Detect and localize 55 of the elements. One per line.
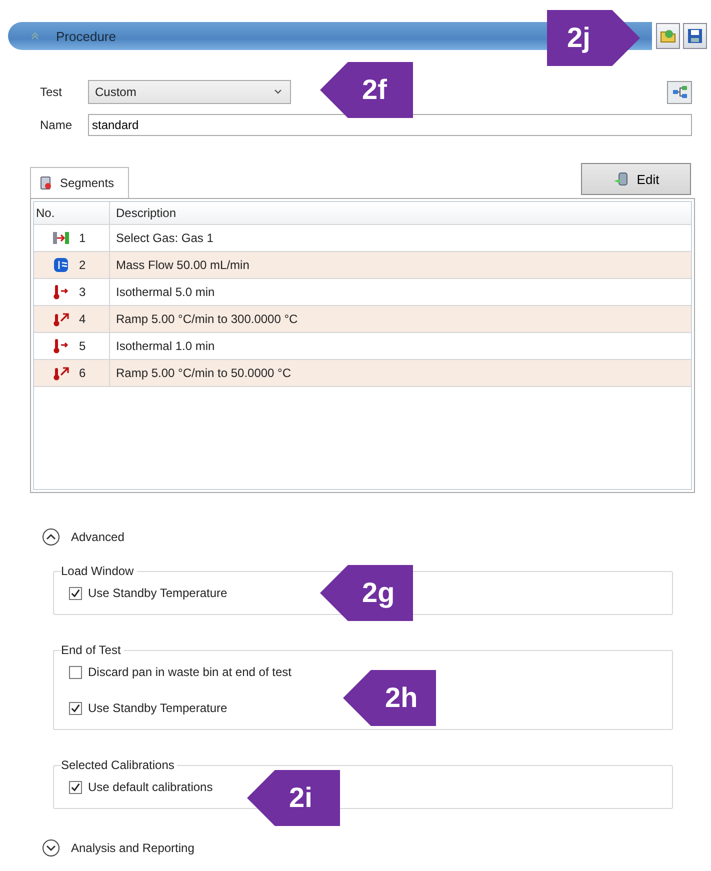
table-cell-text: Ramp 5.00 °C/min to 300.0000 °C — [115, 311, 299, 328]
flow-icon — [52, 257, 70, 273]
field-label: Test — [40, 85, 64, 99]
save-button[interactable] — [683, 23, 707, 49]
checkbox-label: Use Standby Temperature — [88, 701, 228, 715]
checkbox-label: Use default calibrations — [88, 780, 213, 794]
group-title: Selected Calibrations — [61, 758, 176, 772]
row-number: 1 — [79, 231, 86, 245]
checkbox-label: Discard pan in waste bin at end of test — [88, 665, 292, 679]
column-header: Description — [115, 205, 178, 222]
column-header: No. — [34, 202, 110, 224]
collapse-icon[interactable] — [42, 528, 60, 546]
callout-label: 2h — [343, 670, 436, 726]
section-label: Advanced — [71, 530, 124, 544]
test-dropdown[interactable]: Custom — [88, 80, 291, 104]
thermometer-arrow-icon — [52, 338, 70, 354]
section-title: Procedure — [56, 28, 116, 44]
expand-icon[interactable] — [42, 839, 60, 857]
callout-label: 2f — [320, 62, 413, 118]
table-cell-text: Isothermal 5.0 min — [115, 284, 216, 301]
thermometer-rising-icon — [52, 365, 70, 381]
checkbox[interactable] — [69, 586, 82, 600]
row-number: 4 — [79, 312, 86, 326]
section-label: Analysis and Reporting — [71, 841, 194, 855]
document-icon — [39, 176, 53, 190]
segments-tab[interactable]: Segments — [30, 167, 130, 198]
callout-label: 2g — [320, 565, 413, 621]
open-button[interactable] — [656, 23, 680, 49]
row-number: 3 — [79, 285, 86, 299]
callout-label: 2i — [247, 770, 340, 826]
group-title: Load Window — [61, 564, 135, 578]
row-number: 2 — [79, 258, 86, 272]
diagram-button[interactable] — [667, 80, 692, 104]
row-number: 5 — [79, 339, 86, 353]
gas-switch-icon — [52, 230, 70, 246]
thermometer-rising-icon — [52, 311, 70, 327]
folder-icon — [660, 28, 676, 44]
chevron-down-icon — [274, 89, 282, 95]
checkbox[interactable] — [69, 666, 82, 678]
table-cell-text: Ramp 5.00 °C/min to 50.0000 °C — [115, 365, 292, 382]
checkbox[interactable] — [69, 780, 82, 794]
group-title: End of Test — [61, 643, 122, 657]
callout-label: 2j — [547, 10, 640, 66]
field-label: Name — [40, 118, 74, 132]
checkbox[interactable] — [69, 702, 82, 714]
thermometer-arrow-icon — [52, 284, 70, 300]
table-cell-text: Select Gas: Gas 1 — [115, 230, 214, 247]
edit-button[interactable]: Edit — [581, 163, 691, 195]
diagram-icon — [672, 84, 688, 100]
name-field[interactable]: standard — [88, 114, 692, 136]
row-number: 6 — [79, 366, 86, 380]
table-cell-text: Isothermal 1.0 min — [115, 338, 216, 355]
edit-icon — [612, 171, 629, 187]
table-cell-text: Mass Flow 50.00 mL/min — [115, 257, 250, 274]
checkbox-label: Use Standby Temperature — [88, 586, 228, 600]
